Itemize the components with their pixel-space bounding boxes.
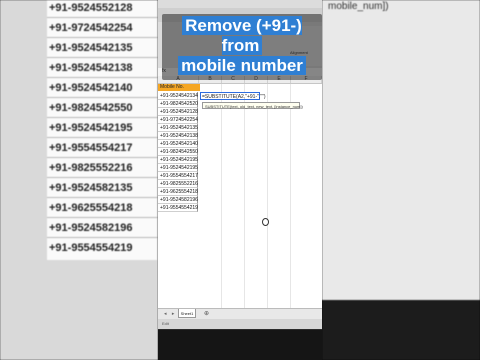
active-cell-formula[interactable]: =SUBSTITUTE(A2,"+91-",""): [200, 92, 266, 100]
bottom-bezel: [158, 330, 322, 360]
background-number: +91-9825552216: [49, 162, 133, 174]
mobile-cell[interactable]: +91-9724542254: [158, 116, 198, 124]
right-background-footer: [322, 300, 480, 360]
mobile-cell[interactable]: +91-9824542520: [158, 100, 198, 108]
mobile-cell[interactable]: +91-9825552216: [158, 180, 198, 188]
background-number: +91-9625554218: [49, 202, 133, 214]
background-number: +91-9524542140: [49, 82, 133, 94]
gridline: [290, 84, 291, 308]
video-frame: Alignment fx A B C D E F Mobile No. +91-…: [158, 0, 322, 360]
mobile-cell[interactable]: +91-9524582196: [158, 196, 198, 204]
background-gridline: [47, 57, 158, 58]
overlay-line-1: Remove (+91-) from: [182, 16, 302, 55]
mobile-cell[interactable]: +91-9524542195: [158, 156, 198, 164]
mobile-cell[interactable]: +91-9524542140: [158, 140, 198, 148]
background-gridline: [47, 137, 158, 138]
mobile-cell[interactable]: +91-9524542134: [158, 92, 198, 100]
background-number: +91-9524542195: [49, 122, 133, 134]
tab-nav-arrows-icon[interactable]: ◂ ▸: [164, 311, 176, 317]
background-gridline: [47, 157, 158, 158]
sheet-tab-bar: ◂ ▸ Sheet1 ⊕: [158, 308, 322, 319]
background-gridline: [47, 97, 158, 98]
header-cell-mobile-no[interactable]: Mobile No.: [158, 84, 200, 91]
background-gridline: [47, 217, 158, 218]
background-gridline: [47, 237, 158, 238]
background-gridline: [47, 117, 158, 118]
right-background-label: mobile_num]): [328, 1, 389, 12]
mobile-cell[interactable]: +91-9554554217: [158, 172, 198, 180]
right-background-panel: [322, 0, 480, 300]
background-number: +91-9724542254: [49, 22, 133, 34]
background-number: +91-9554554217: [49, 142, 133, 154]
background-gridline: [47, 177, 158, 178]
mobile-cell[interactable]: +91-9524542128: [158, 108, 198, 116]
worksheet[interactable]: A B C D E F Mobile No. +91-9524542134 +9…: [158, 76, 322, 308]
background-number: +91-9554554219: [49, 242, 133, 254]
background-number: +91-9524542135: [49, 42, 133, 54]
mouse-cursor-icon: [262, 218, 269, 226]
background-number: +91-9524582135: [49, 182, 133, 194]
overlay-line-2: mobile number: [178, 56, 306, 75]
status-mode: Edit: [162, 321, 169, 326]
background-gridline: [47, 17, 158, 18]
video-title-overlay: Remove (+91-) from mobile number: [162, 14, 322, 80]
gridline: [267, 84, 268, 308]
background-gridline: [47, 37, 158, 38]
function-tooltip: SUBSTITUTE(text, old_text, new_text, [in…: [202, 102, 303, 109]
add-sheet-icon[interactable]: ⊕: [204, 310, 209, 317]
mobile-cell[interactable]: +91-9524542138: [158, 132, 198, 140]
status-bar: Edit: [158, 319, 322, 329]
mobile-cell[interactable]: +91-9524542195: [158, 164, 198, 172]
right-background: mobile_num]): [322, 0, 480, 360]
gridline: [221, 84, 222, 308]
gridline: [244, 84, 245, 308]
background-gridline: [47, 77, 158, 78]
mobile-cell[interactable]: +91-9554554219: [158, 204, 198, 212]
mobile-cell[interactable]: +91-9824542550: [158, 148, 198, 156]
tab-sheet1[interactable]: Sheet1: [178, 309, 196, 318]
background-number: +91-9524582196: [49, 222, 133, 234]
mobile-cell[interactable]: +91-9524542135: [158, 124, 198, 132]
mobile-cell[interactable]: +91-9625554218: [158, 188, 198, 196]
background-gridline: [47, 197, 158, 198]
background-number: +91-9524542138: [49, 62, 133, 74]
background-number: +91-9824542550: [49, 102, 133, 114]
left-background: +91-9524552128 +91-9724542254 +91-952454…: [0, 0, 158, 360]
background-number: +91-9524552128: [49, 2, 133, 14]
